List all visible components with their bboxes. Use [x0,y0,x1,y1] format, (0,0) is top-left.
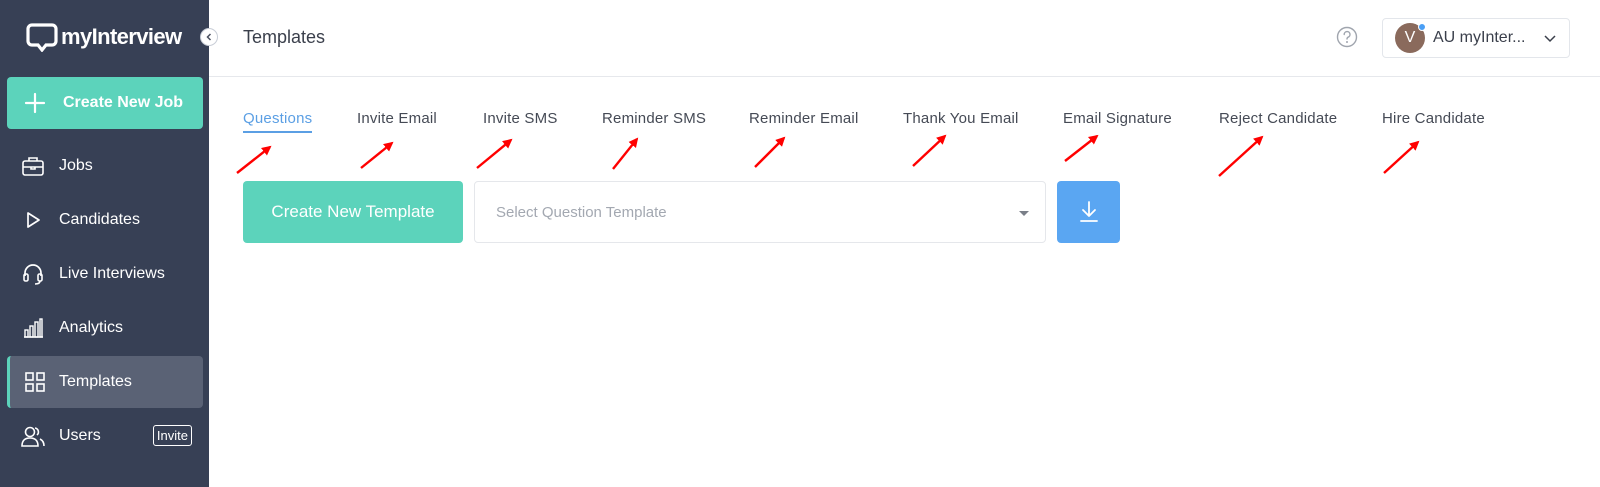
download-button[interactable] [1057,181,1120,243]
annotation-arrow [476,138,513,169]
annotation-arrow [754,136,786,168]
select-placeholder: Select Question Template [496,203,667,221]
annotation-arrows [236,134,1420,177]
annotation-arrow [1383,140,1420,174]
chevron-left-icon [206,33,212,41]
create-new-template-button[interactable]: Create New Template [243,181,463,243]
collapse-sidebar-button[interactable] [200,28,218,46]
caret-down-icon [1019,211,1029,216]
annotation-arrow [1064,134,1099,162]
download-icon [1079,201,1098,222]
question-template-select[interactable]: Select Question Template [474,181,1046,243]
annotation-arrow [612,137,639,170]
annotation-arrow [1218,135,1264,177]
annotation-arrow [236,145,272,174]
annotation-arrow [360,141,394,169]
annotation-arrow [912,134,947,167]
